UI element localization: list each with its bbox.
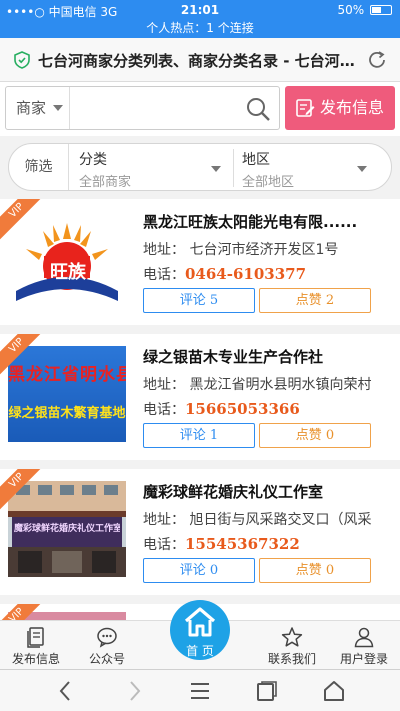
logo-text: 旺族 xyxy=(50,262,86,283)
search-icon[interactable] xyxy=(245,96,271,122)
listing-card[interactable]: 黑龙江省明水县 绿之银苗木繁育基地 VIP 绿之银苗木专业生产合作社 地址： 黑… xyxy=(0,334,400,460)
search-category-label: 商家 xyxy=(16,99,47,117)
filter-pill: 筛选 分类 全部商家 地区 全部地区 xyxy=(8,143,392,191)
nav-login-label: 用户登录 xyxy=(339,652,388,666)
nav-contact-label: 联系我们 xyxy=(267,652,316,666)
filter-label: 筛选 xyxy=(9,144,69,190)
page-title: 七台河商家分类列表、商家分类名录 - 七台河信... xyxy=(38,52,360,70)
storefront-sign: 魔彩球鲜花婚庆礼仪工作室 xyxy=(14,524,120,534)
browser-toolbar xyxy=(0,669,400,711)
banner-line2: 绿之银苗木繁育基地 xyxy=(8,406,126,421)
listing-address: 地址： 旭日街与风采路交叉口（风采 xyxy=(143,512,372,528)
listing-name[interactable]: 绿之银苗木专业生产合作社 xyxy=(143,346,393,367)
filter-category-value: 全部商家 xyxy=(79,175,132,190)
shield-icon xyxy=(14,51,30,69)
filter-category-dropdown[interactable]: 分类 全部商家 xyxy=(79,149,229,190)
back-icon[interactable] xyxy=(54,679,78,703)
comment-button[interactable]: 评论 5 xyxy=(143,288,255,313)
tabs-icon[interactable] xyxy=(255,679,279,703)
filter-region-dropdown[interactable]: 地区 全部地区 xyxy=(233,149,375,190)
search-category-select[interactable]: 商家 xyxy=(6,87,70,129)
nav-official-account[interactable]: 公众号 xyxy=(76,621,138,670)
listing-thumbnail[interactable]: 魔彩球鲜花婚庆礼仪工作室 xyxy=(8,481,126,577)
listing-name[interactable]: 黑龙江旺族太阳能光电有限...... xyxy=(143,211,393,232)
listing-phone[interactable]: 电话：15665053366 xyxy=(143,399,393,419)
listing-address: 地址： 七台河市经济开发区1号 xyxy=(143,242,339,258)
chat-bubble-icon xyxy=(97,627,117,648)
filter-bar: 筛选 分类 全部商家 地区 全部地区 xyxy=(0,136,400,198)
search-row: 商家 发布信息 xyxy=(0,82,400,136)
edit-icon xyxy=(296,99,315,117)
listing-card[interactable]: 魔彩球鲜花婚庆礼仪工作室 VIP 魔彩球鲜花婚庆礼仪工作室 地址： 旭日街与风采… xyxy=(0,469,400,595)
nav-contact[interactable]: 联系我们 xyxy=(260,621,324,670)
phone-number[interactable]: 15545367322 xyxy=(185,535,300,553)
nav-home[interactable]: 首 页 xyxy=(170,600,230,666)
battery-icon xyxy=(370,5,392,15)
phone-number[interactable]: 0464-6103377 xyxy=(185,265,306,283)
filter-region-heading: 地区 xyxy=(242,152,270,168)
caret-down-icon xyxy=(357,166,367,172)
user-icon xyxy=(354,627,374,648)
home-icon xyxy=(184,607,216,637)
like-button[interactable]: 点赞 2 xyxy=(259,288,371,313)
forward-icon[interactable] xyxy=(122,679,146,703)
home-page-icon[interactable] xyxy=(322,679,346,703)
star-icon xyxy=(281,627,303,647)
hotspot-banner[interactable]: 个人热点：1 个连接 xyxy=(0,20,400,38)
nav-publish-label: 发布信息 xyxy=(11,652,60,666)
comment-button[interactable]: 评论 1 xyxy=(143,423,255,448)
filter-region-value: 全部地区 xyxy=(242,175,295,190)
nav-publish[interactable]: 发布信息 xyxy=(4,621,68,670)
listing-name[interactable]: 魔彩球鲜花婚庆礼仪工作室 xyxy=(143,481,393,502)
listing-thumbnail[interactable]: 旺族 xyxy=(8,211,126,307)
phone-label: 电话： xyxy=(143,267,185,283)
listing-thumbnail[interactable]: 黑龙江省明水县 绿之银苗木繁育基地 xyxy=(8,346,126,442)
nav-home-label: 首 页 xyxy=(186,644,214,658)
banner-line1: 黑龙江省明水县 xyxy=(8,365,126,385)
listing-card[interactable]: 旺族 VIP 黑龙江旺族太阳能光电有限...... 地址： 七台河市经济开发区1… xyxy=(0,199,400,325)
filter-category-heading: 分类 xyxy=(79,152,107,168)
browser-url-bar[interactable]: 七台河商家分类列表、商家分类名录 - 七台河信... xyxy=(0,38,400,82)
status-bar: ••••○ 中国电信 3G 21:01 50% xyxy=(0,0,400,20)
like-button[interactable]: 点赞 0 xyxy=(259,423,371,448)
battery-status: 50% xyxy=(337,3,392,17)
menu-icon[interactable] xyxy=(188,679,212,703)
phone-number[interactable]: 15665053366 xyxy=(185,400,300,418)
phone-label: 电话： xyxy=(143,537,185,553)
publish-button[interactable]: 发布信息 xyxy=(285,86,395,130)
publish-label: 发布信息 xyxy=(320,98,385,117)
document-icon xyxy=(27,627,44,648)
battery-percent: 50% xyxy=(337,3,365,17)
listing-phone[interactable]: 电话：0464-6103377 xyxy=(143,264,393,284)
search-input[interactable] xyxy=(72,91,242,125)
like-button[interactable]: 点赞 0 xyxy=(259,558,371,583)
reload-icon[interactable] xyxy=(366,49,388,71)
search-box: 商家 xyxy=(5,86,280,130)
comment-button[interactable]: 评论 0 xyxy=(143,558,255,583)
caret-down-icon xyxy=(211,166,221,172)
nav-official-label: 公众号 xyxy=(88,652,125,666)
nav-login[interactable]: 用户登录 xyxy=(332,621,396,670)
listing-phone[interactable]: 电话：15545367322 xyxy=(143,534,393,554)
phone-label: 电话： xyxy=(143,402,185,418)
caret-down-icon xyxy=(53,105,63,111)
listing-address: 地址： 黑龙江省明水县明水镇向荣村 xyxy=(143,377,372,393)
